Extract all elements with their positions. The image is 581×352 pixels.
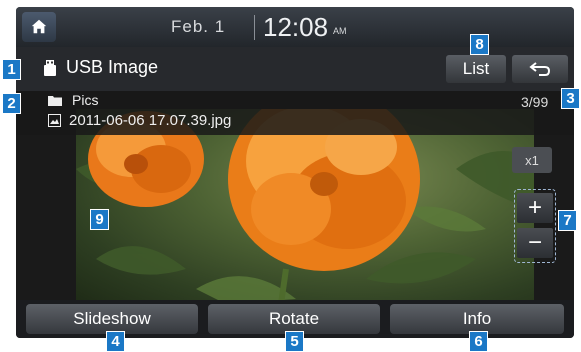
flower-image: [76, 109, 534, 300]
slideshow-button[interactable]: Slideshow: [26, 304, 198, 334]
image-counter: 3/99: [521, 94, 549, 110]
divider: [254, 15, 255, 40]
head-unit-screen: Feb. 1 12:08 AM USB Image List Pics 2011…: [16, 7, 574, 338]
callout-7: 7: [558, 210, 577, 231]
am-pm-indicator: AM: [333, 26, 347, 36]
info-button[interactable]: Info: [390, 304, 564, 334]
folder-path: Pics: [48, 92, 98, 108]
back-button[interactable]: [512, 55, 568, 83]
usb-icon: [44, 59, 56, 76]
callout-9: 9: [90, 209, 109, 230]
folder-name: Pics: [72, 92, 99, 108]
list-button[interactable]: List: [446, 55, 506, 83]
callout-1: 1: [2, 59, 21, 80]
callout-5: 5: [285, 331, 304, 352]
zoom-level: x1: [512, 147, 552, 173]
photo[interactable]: [76, 109, 534, 300]
date-display: Feb. 1: [171, 17, 226, 36]
file-name-row: 2011-06-06 17.07.39.jpg: [48, 112, 231, 129]
rotate-button[interactable]: Rotate: [208, 304, 380, 334]
status-bar: Feb. 1 12:08 AM: [16, 7, 574, 47]
callout-8: 8: [470, 34, 489, 55]
source-title: USB Image: [44, 57, 158, 78]
image-viewer[interactable]: [16, 47, 574, 300]
callout-4: 4: [106, 331, 125, 352]
zoom-in-button[interactable]: +: [517, 193, 553, 223]
image-file-icon: [48, 114, 61, 127]
zoom-out-button[interactable]: −: [517, 228, 553, 258]
home-icon: [31, 19, 47, 34]
back-arrow-icon: [529, 62, 551, 76]
clock: 12:08: [263, 12, 329, 42]
zoom-controls: + −: [514, 189, 556, 263]
page-title: USB Image: [66, 57, 159, 77]
folder-icon: [48, 95, 62, 106]
file-name: 2011-06-06 17.07.39.jpg: [69, 112, 232, 129]
callout-6: 6: [469, 331, 488, 352]
home-button[interactable]: [22, 12, 56, 42]
callout-3: 3: [561, 88, 580, 109]
callout-2: 2: [2, 93, 21, 114]
